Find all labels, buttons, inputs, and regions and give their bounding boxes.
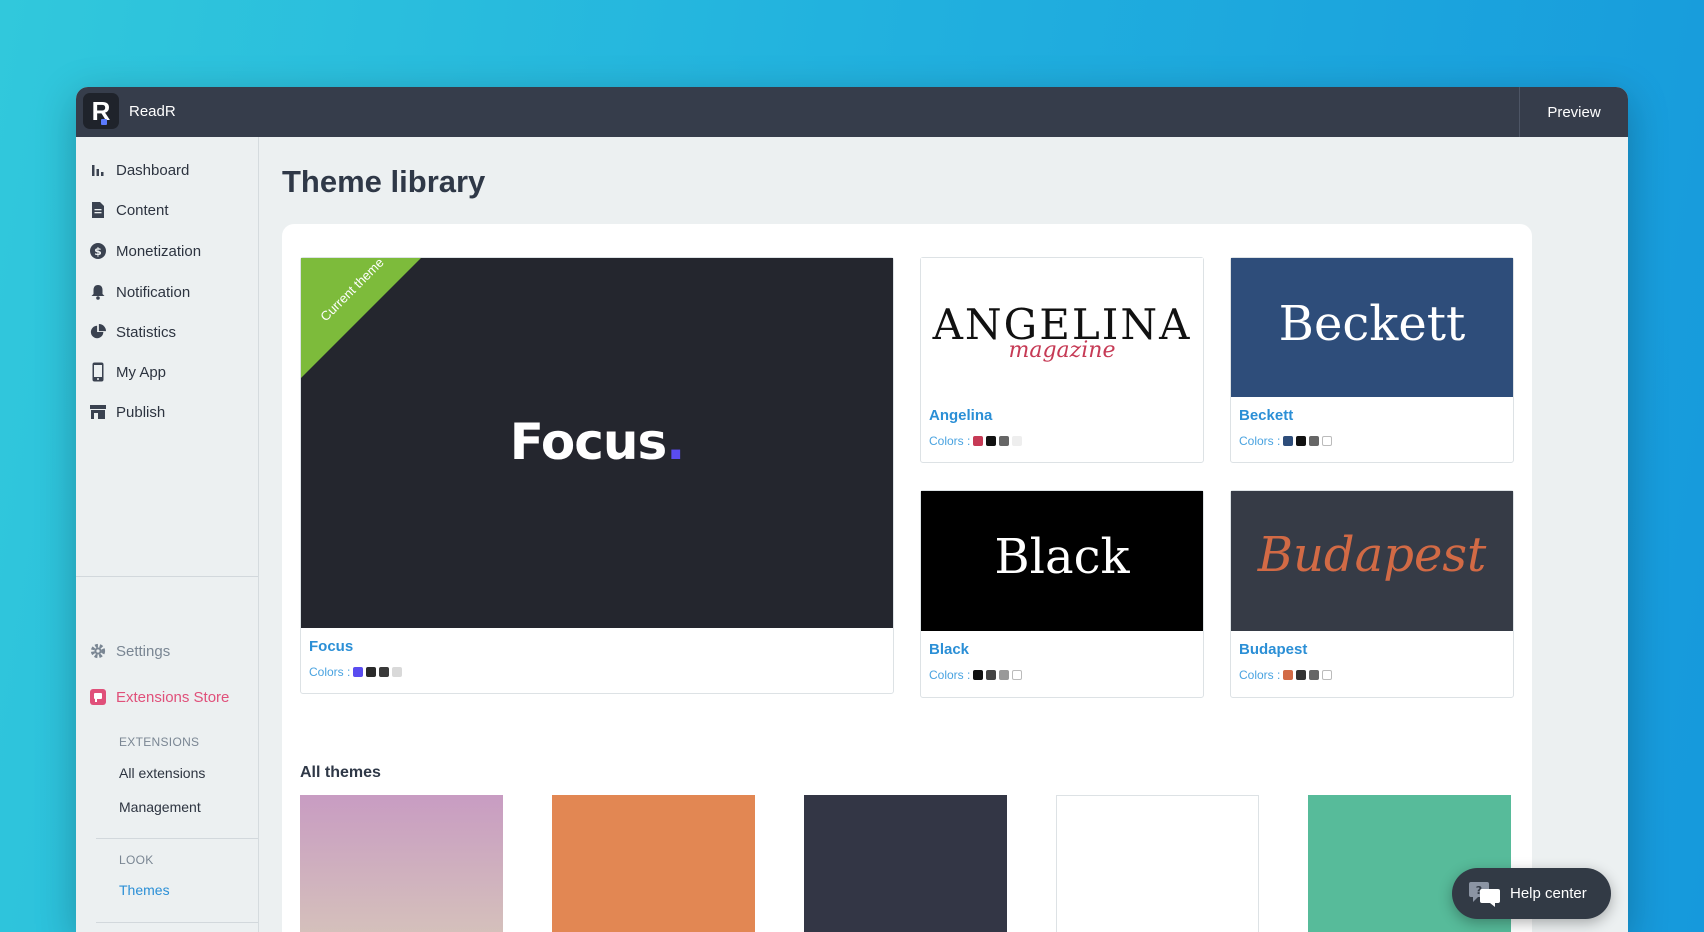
sidebar-subitem-management[interactable]: Management — [119, 799, 201, 815]
preview-button[interactable]: Preview — [1519, 87, 1628, 137]
theme-tile[interactable] — [300, 795, 503, 932]
divider — [76, 576, 258, 577]
sidebar-item-label: Settings — [116, 642, 171, 660]
gear-icon — [90, 643, 106, 659]
color-swatch — [366, 667, 377, 677]
help-center-button[interactable]: ? Help center — [1452, 868, 1611, 919]
theme-preview-angelina: ANGELINA magazine — [921, 258, 1203, 397]
focus-logo: Focus. — [509, 413, 685, 471]
store-badge-icon — [90, 689, 106, 705]
sidebar: Dashboard Content $ Monetization Notific… — [76, 137, 259, 932]
color-swatch — [973, 670, 984, 680]
help-center-label: Help center — [1510, 885, 1587, 902]
color-swatch — [1012, 670, 1023, 680]
sidebar-item-label: Monetization — [116, 242, 202, 260]
dollar-icon: $ — [90, 243, 106, 259]
color-swatch — [1296, 436, 1307, 446]
theme-name: Focus — [309, 638, 354, 655]
sidebar-item-extensions-store[interactable]: Extensions Store — [90, 683, 250, 711]
app-logo[interactable]: R — [83, 93, 119, 129]
sidebar-item-dashboard[interactable]: Dashboard — [90, 156, 250, 184]
document-icon — [90, 202, 106, 218]
all-themes-title: All themes — [300, 764, 381, 781]
bell-icon — [90, 284, 106, 300]
sidebar-item-label: Publish — [116, 403, 166, 421]
app-window: R ReadR Preview Dashboard Content $ Mone… — [76, 87, 1628, 932]
store-icon — [90, 404, 106, 420]
sidebar-item-label: Extensions Store — [116, 688, 230, 706]
color-swatch — [1296, 670, 1307, 680]
theme-name: Budapest — [1239, 641, 1308, 658]
sidebar-item-label: Dashboard — [116, 161, 190, 179]
sidebar-item-my-app[interactable]: My App — [90, 358, 250, 386]
color-swatch — [379, 667, 390, 677]
color-swatch — [999, 670, 1010, 680]
black-logo: Black — [994, 529, 1130, 585]
sidebar-item-content[interactable]: Content — [90, 196, 250, 224]
color-swatch — [353, 667, 364, 677]
color-swatch — [1309, 436, 1320, 446]
theme-colors: Colors : — [1239, 668, 1333, 682]
page-title: Theme library — [282, 164, 486, 199]
theme-preview-black: Black — [921, 491, 1203, 631]
svg-text:$: $ — [94, 245, 102, 258]
main-content: Theme library Focus. Current theme Focus… — [259, 137, 1628, 932]
color-swatch — [392, 667, 403, 677]
theme-card-black[interactable]: Black Black Colors : — [920, 490, 1204, 698]
theme-card-beckett[interactable]: Beckett Beckett Colors : — [1230, 257, 1514, 463]
theme-colors: Colors : — [929, 668, 1023, 682]
angelina-logo-sub: magazine — [1008, 338, 1116, 363]
top-bar: R ReadR Preview — [76, 87, 1628, 137]
beckett-logo: Beckett — [1278, 296, 1466, 352]
theme-card-focus[interactable]: Focus. Current theme Focus Colors : — [300, 257, 894, 694]
theme-name: Beckett — [1239, 407, 1294, 424]
color-swatch — [1283, 436, 1294, 446]
color-swatch — [1283, 670, 1294, 680]
sidebar-item-notification[interactable]: Notification — [90, 278, 250, 306]
color-swatch — [1309, 670, 1320, 680]
section-title-look: LOOK — [119, 853, 154, 867]
theme-colors: Colors : — [1239, 434, 1333, 448]
phone-icon — [90, 362, 106, 382]
theme-library-panel: Focus. Current theme Focus Colors : ANGE… — [282, 224, 1532, 932]
sidebar-item-monetization[interactable]: $ Monetization — [90, 237, 250, 265]
sidebar-item-settings[interactable]: Settings — [90, 637, 250, 665]
sidebar-item-label: Content — [116, 201, 169, 219]
sidebar-subitem-themes[interactable]: Themes — [119, 882, 170, 898]
color-swatch — [986, 436, 997, 446]
theme-card-budapest[interactable]: Budapest Budapest Colors : — [1230, 490, 1514, 698]
sidebar-item-label: My App — [116, 363, 167, 381]
theme-preview-beckett: Beckett — [1231, 258, 1513, 397]
bar-chart-icon — [90, 162, 106, 178]
budapest-logo: Budapest — [1257, 527, 1487, 583]
divider — [96, 922, 258, 923]
color-swatch — [973, 436, 984, 446]
theme-card-angelina[interactable]: ANGELINA magazine Angelina Colors : — [920, 257, 1204, 463]
theme-preview-focus: Focus. Current theme — [301, 258, 893, 628]
logo-accent — [101, 119, 107, 125]
color-swatch — [999, 436, 1010, 446]
theme-tile[interactable] — [804, 795, 1007, 932]
sidebar-subitem-all-extensions[interactable]: All extensions — [119, 765, 205, 781]
theme-tile[interactable] — [1056, 795, 1259, 932]
color-swatch — [1012, 436, 1023, 446]
sidebar-item-label: Statistics — [116, 323, 177, 341]
theme-tile[interactable] — [552, 795, 755, 932]
sidebar-item-publish[interactable]: Publish — [90, 398, 250, 426]
color-swatch — [1322, 436, 1333, 446]
divider — [96, 838, 258, 839]
theme-name: Black — [929, 641, 970, 658]
color-swatch — [986, 670, 997, 680]
app-name: ReadR — [129, 103, 176, 120]
chat-bubbles-icon: ? — [1468, 881, 1502, 907]
color-swatch — [1322, 670, 1333, 680]
sidebar-item-statistics[interactable]: Statistics — [90, 318, 250, 346]
sidebar-item-label: Notification — [116, 283, 191, 301]
section-title-extensions: EXTENSIONS — [119, 735, 200, 749]
theme-colors: Colors : — [929, 434, 1023, 448]
theme-preview-budapest: Budapest — [1231, 491, 1513, 631]
theme-colors: Colors : — [309, 665, 403, 679]
theme-name: Angelina — [929, 407, 993, 424]
pie-chart-icon — [90, 324, 106, 340]
